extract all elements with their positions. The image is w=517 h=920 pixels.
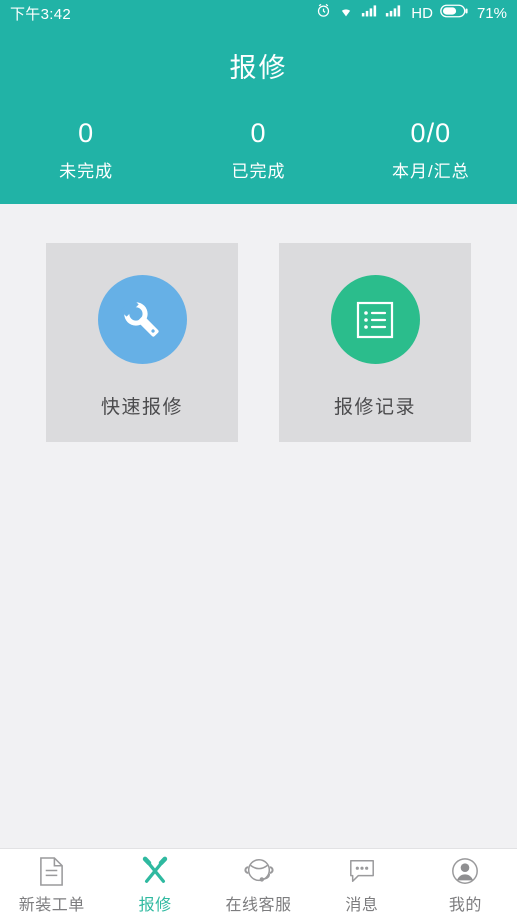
tab-profile[interactable]: 我的 — [414, 849, 517, 920]
wifi-icon — [338, 4, 354, 22]
stat-month-total[interactable]: 0/0 本月/汇总 — [345, 116, 517, 186]
stat-value: 0 — [78, 118, 95, 148]
page-header: 报修 0 未完成 0 已完成 0/0 本月/汇总 — [0, 26, 517, 204]
signal-bars-icon — [361, 4, 378, 22]
bottom-tab-bar: 新装工单 报修 在线客服 消息 我的 — [0, 848, 517, 920]
main-content: 快速报修 报修记录 — [0, 204, 517, 848]
hd-icon: HD — [411, 4, 433, 22]
stat-value: 0/0 — [410, 118, 452, 148]
document-icon — [38, 854, 65, 888]
list-doc-icon — [330, 275, 420, 364]
wrench-icon — [97, 275, 187, 364]
card-quick-repair[interactable]: 快速报修 — [46, 243, 238, 442]
signal-bars-icon — [385, 4, 402, 22]
tab-new-work-order[interactable]: 新装工单 — [0, 849, 103, 920]
status-icons: HD 71% — [316, 3, 507, 23]
tab-online-service[interactable]: 在线客服 — [207, 849, 310, 920]
tab-label: 我的 — [448, 897, 482, 914]
tab-label: 新装工单 — [18, 897, 85, 914]
battery-icon — [440, 4, 468, 23]
page-title: 报修 — [229, 53, 288, 83]
card-label: 报修记录 — [333, 397, 416, 418]
tab-messages[interactable]: 消息 — [310, 849, 413, 920]
tools-icon — [140, 854, 170, 888]
chat-icon — [347, 854, 377, 888]
app-root: 下午3:42 HD 71% 报修 0 未完成 0 已完成 0/0 本月/汇总 快… — [0, 0, 517, 920]
stat-incomplete[interactable]: 0 未完成 — [0, 116, 172, 186]
tab-label: 消息 — [345, 897, 379, 914]
stat-completed[interactable]: 0 已完成 — [172, 116, 344, 186]
stat-label: 本月/汇总 — [391, 162, 470, 181]
tab-label: 在线客服 — [225, 897, 292, 914]
person-icon — [450, 854, 480, 888]
card-label: 快速报修 — [100, 397, 183, 418]
headset-icon — [243, 854, 274, 888]
tab-label: 报修 — [138, 897, 172, 914]
alarm-icon — [316, 3, 331, 23]
status-time: 下午3:42 — [10, 5, 71, 23]
tab-repair[interactable]: 报修 — [103, 849, 206, 920]
stats-row: 0 未完成 0 已完成 0/0 本月/汇总 — [0, 116, 517, 186]
stat-label: 已完成 — [231, 162, 286, 181]
stat-label: 未完成 — [59, 162, 114, 181]
battery-percent-label: 71% — [476, 4, 507, 22]
card-repair-records[interactable]: 报修记录 — [279, 243, 471, 442]
action-card-row: 快速报修 报修记录 — [46, 243, 471, 442]
stat-value: 0 — [250, 118, 267, 148]
status-bar: 下午3:42 HD 71% — [0, 0, 517, 26]
